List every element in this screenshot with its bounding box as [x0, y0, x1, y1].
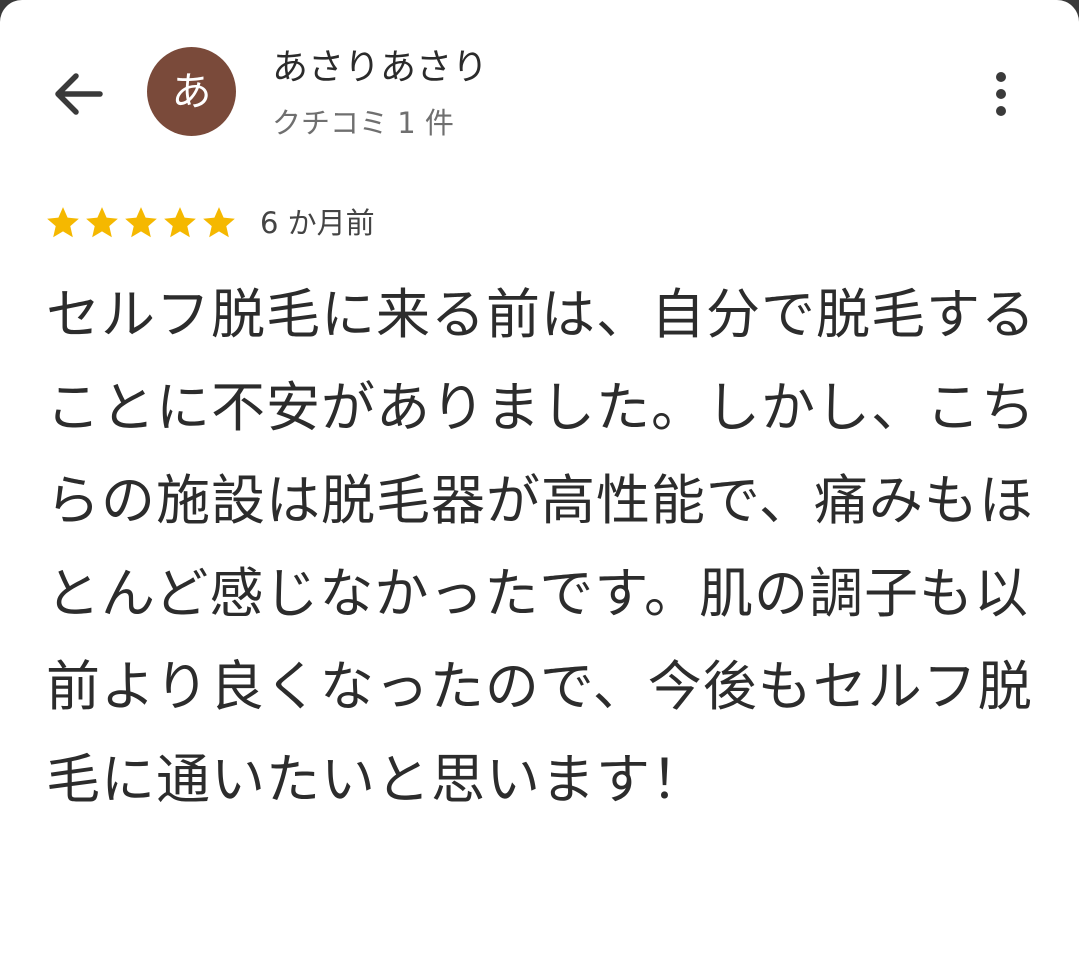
star-icon — [47, 207, 79, 238]
review-sheet: あ あさりあさり クチコミ 1 件 6 か月前 セルフ脱毛に来る前は、自分で脱毛… — [0, 0, 1079, 960]
star-icon — [164, 207, 196, 238]
user-name[interactable]: あさりあさり — [272, 45, 488, 91]
avatar[interactable]: あ — [147, 47, 236, 136]
more-vert-icon — [996, 72, 1006, 116]
star-icon — [125, 207, 157, 238]
back-button[interactable] — [48, 66, 108, 122]
review-count: クチコミ 1 件 — [272, 106, 454, 140]
arrow-left-icon — [55, 73, 103, 115]
review-text: セルフ脱毛に来る前は、自分で脱毛することに不安がありました。しかし、こちらの施設… — [46, 283, 1036, 811]
more-options-button[interactable] — [978, 66, 1024, 122]
rating-row: 6 か月前 — [44, 200, 375, 246]
star-icon — [203, 207, 235, 238]
star-icon — [86, 207, 118, 238]
avatar-initial: あ — [171, 68, 212, 115]
review-date: 6 か月前 — [260, 206, 375, 240]
star-rating — [44, 204, 238, 242]
